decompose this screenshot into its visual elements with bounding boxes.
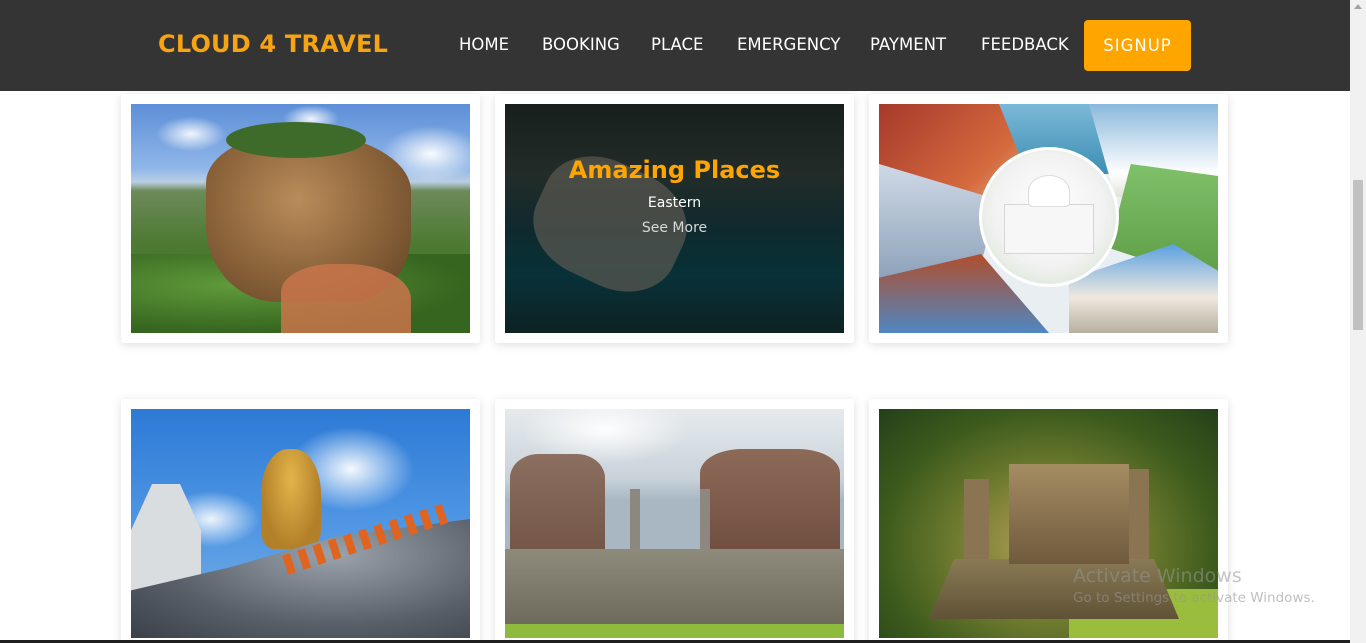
place-card-polonnaruwa[interactable] [495,399,854,643]
ruin-pillar-shape [964,479,989,559]
path-shape [281,264,411,333]
nav-booking[interactable]: BOOKING [542,35,620,54]
ruin-shape [1009,464,1129,564]
nav-payment[interactable]: PAYMENT [870,35,946,54]
scrollbar-thumb[interactable] [1353,180,1363,330]
activation-watermark-subtitle: Go to Settings to activate Windows. [1073,590,1315,606]
sigiriya-image [131,104,470,333]
card-overlay-title: Amazing Places [568,156,781,184]
place-card-sigiriya[interactable] [121,94,480,343]
nav-emergency[interactable]: EMERGENCY [737,35,840,54]
nav-home[interactable]: HOME [459,35,509,54]
vatadage-image [505,409,844,638]
place-card-gedige[interactable] [869,399,1228,643]
beach-image: Amazing Places Eastern See More [505,104,844,333]
pillar-shape [700,489,710,549]
brand-logo[interactable]: CLOUD 4 TRAVEL [158,30,388,58]
see-more-link[interactable]: See More [505,220,844,236]
collage-image [879,104,1218,333]
buddha-statue-shape [261,449,321,549]
dome-shape [1029,176,1069,206]
nav-feedback[interactable]: FEEDBACK [981,35,1069,54]
building-shape [1004,204,1094,254]
activation-watermark-title: Activate Windows [1073,565,1242,587]
card-overlay-subtitle: Eastern [647,195,702,211]
rock-top-shape [226,122,366,158]
vertical-scrollbar[interactable] [1350,0,1366,643]
pillar-shape [630,489,640,549]
grass-shape [505,624,844,638]
place-card-dambulla[interactable] [121,399,480,643]
signup-button[interactable]: SIGNUP [1084,20,1191,71]
dambulla-image [131,409,470,638]
ruin-pillar-shape [1129,469,1149,559]
nav-place[interactable]: PLACE [651,35,703,54]
scroll-up-arrow-icon[interactable] [1354,4,1362,9]
platform-shape [505,549,844,624]
place-card-collage[interactable] [869,94,1228,343]
place-card-eastern[interactable]: Amazing Places Eastern See More [495,94,854,343]
top-navbar: CLOUD 4 TRAVEL HOME BOOKING PLACE EMERGE… [0,0,1350,91]
image-overlay [505,104,844,333]
